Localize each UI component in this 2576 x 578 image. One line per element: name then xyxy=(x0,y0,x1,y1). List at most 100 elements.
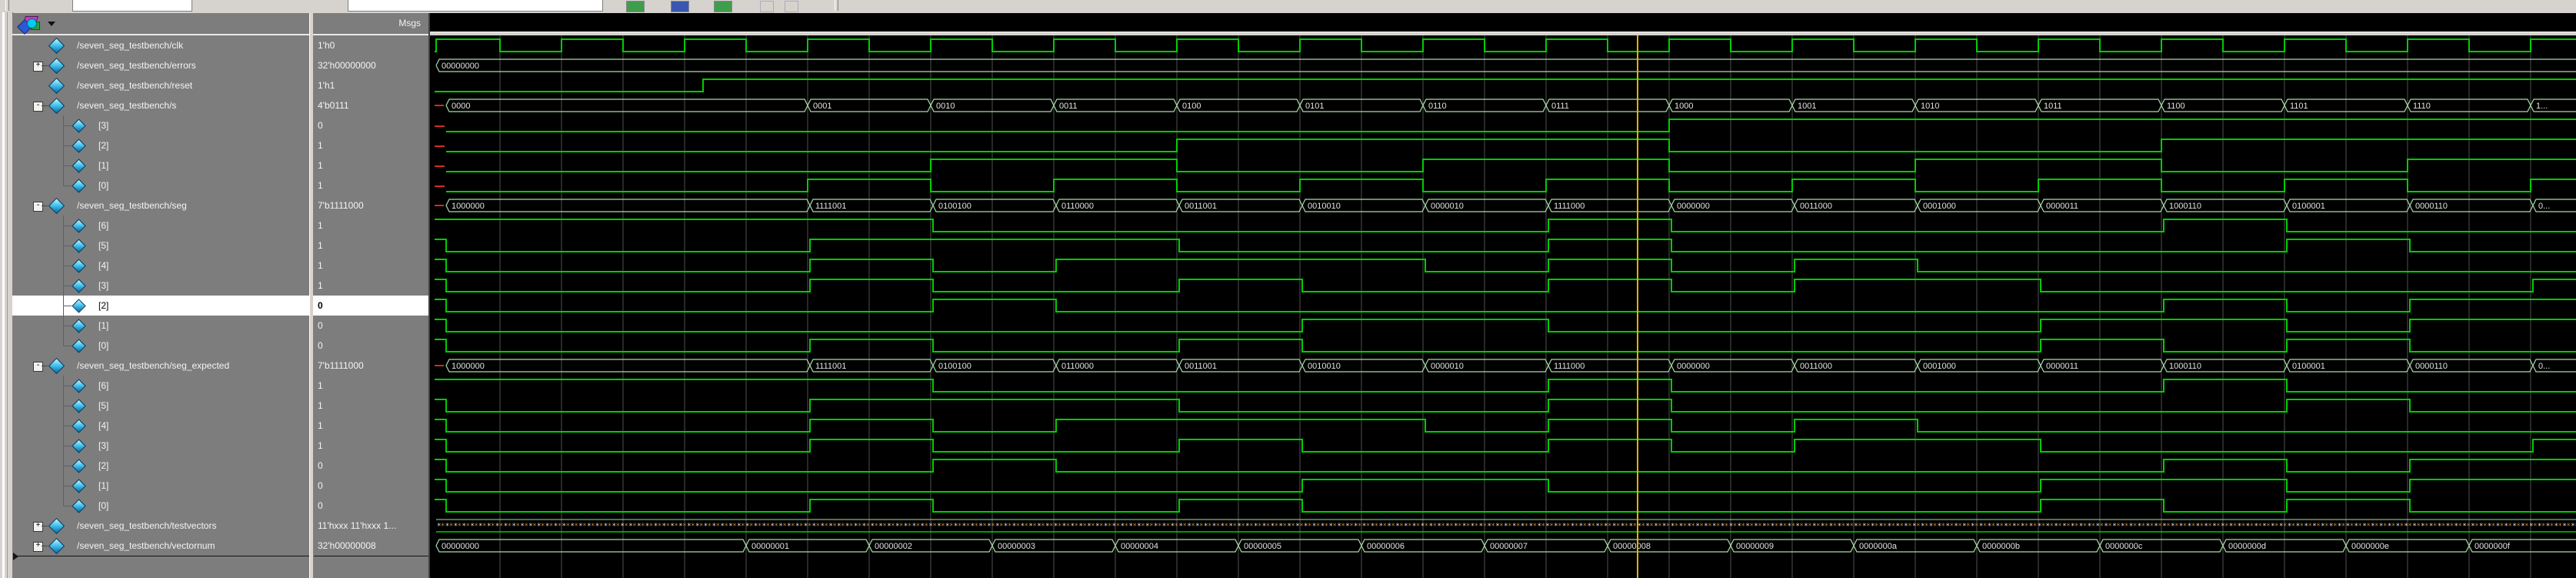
signal-row-6[interactable]: [1] xyxy=(12,155,309,175)
signal-diamond-icon xyxy=(72,459,85,473)
signal-row-9[interactable]: [6] xyxy=(12,215,309,236)
signal-value-label: 1 xyxy=(318,256,323,276)
signal-row-12[interactable]: [3] xyxy=(12,276,309,296)
signal-value-label: 1 xyxy=(318,376,323,396)
signal-row-16[interactable]: - /seven_seg_testbench/seg_expected xyxy=(12,356,309,376)
signal-value-row-8[interactable]: 7'b1111000 xyxy=(313,195,428,215)
signal-value-row-1[interactable]: 32'h00000000 xyxy=(313,55,428,75)
signal-row-10[interactable]: [5] xyxy=(12,236,309,256)
signal-row-1[interactable]: + /seven_seg_testbench/errors xyxy=(12,55,309,75)
signal-row-17[interactable]: [6] xyxy=(12,376,309,396)
toolbar-grip[interactable] xyxy=(5,0,9,11)
signal-value-label: 7'b1111000 xyxy=(318,195,364,215)
green-grid-icon[interactable] xyxy=(714,1,732,12)
signal-value-row-22[interactable]: 0 xyxy=(313,476,428,496)
signal-value-row-25[interactable]: 32'h00000008 xyxy=(313,536,428,556)
signal-row-7[interactable]: [0] xyxy=(12,175,309,195)
signal-group-icon[interactable] xyxy=(18,15,45,34)
green-list-icon[interactable] xyxy=(626,1,645,12)
svg-text:0010: 0010 xyxy=(936,102,955,111)
signal-value-label: 1 xyxy=(318,135,323,155)
svg-text:0010010: 0010010 xyxy=(1308,202,1341,211)
signal-value-row-17[interactable]: 1 xyxy=(313,376,428,396)
wave-row-seg_expected[1] xyxy=(435,479,2576,492)
signal-row-20[interactable]: [3] xyxy=(12,436,309,456)
signal-row-3[interactable]: - /seven_seg_testbench/s xyxy=(12,95,309,115)
signal-row-8[interactable]: - /seven_seg_testbench/seg xyxy=(12,195,309,215)
signal-value-row-16[interactable]: 7'b1111000 xyxy=(313,356,428,376)
dropdown-arrow-icon[interactable] xyxy=(48,22,55,26)
signal-row-2[interactable]: /seven_seg_testbench/reset xyxy=(12,75,309,95)
wave-row-seg: 1000000111100101001000110000001100100100… xyxy=(435,199,2576,212)
svg-text:1110: 1110 xyxy=(2413,102,2431,111)
signal-row-22[interactable]: [1] xyxy=(12,476,309,496)
toolbar-field-1[interactable] xyxy=(72,0,192,12)
expander-icon[interactable]: + xyxy=(33,522,43,532)
signal-value-label: 0 xyxy=(318,115,323,135)
signal-row-21[interactable]: [2] xyxy=(12,456,309,476)
signal-row-11[interactable]: [4] xyxy=(12,256,309,276)
svg-text:0011: 0011 xyxy=(1059,102,1078,111)
signal-value-row-5[interactable]: 1 xyxy=(313,135,428,155)
svg-text:1000110: 1000110 xyxy=(2169,362,2201,371)
wave-row-vectornum: 0000000000000001000000020000000300000004… xyxy=(436,540,2576,552)
signal-row-15[interactable]: [0] xyxy=(12,336,309,356)
signal-row-19[interactable]: [4] xyxy=(12,416,309,436)
signal-value-row-13[interactable]: 0 xyxy=(313,296,428,316)
signal-row-5[interactable]: [2] xyxy=(12,135,309,155)
cursor-tool-icon[interactable] xyxy=(760,1,774,12)
signal-row-23[interactable]: [0] xyxy=(12,496,309,516)
svg-text:0100: 0100 xyxy=(1182,102,1201,111)
signal-value-row-7[interactable]: 1 xyxy=(313,175,428,195)
expander-icon[interactable]: + xyxy=(33,542,43,552)
wave-row-clk xyxy=(435,39,2576,52)
signal-value-row-2[interactable]: 1'h1 xyxy=(313,75,428,95)
signal-value-row-14[interactable]: 0 xyxy=(313,316,428,336)
signal-value-row-19[interactable]: 1 xyxy=(313,416,428,436)
signal-row-14[interactable]: [1] xyxy=(12,316,309,336)
signal-value-label: 32'h00000000 xyxy=(318,55,376,75)
signal-value-row-15[interactable]: 0 xyxy=(313,336,428,356)
signal-value-row-21[interactable]: 0 xyxy=(313,456,428,476)
signal-value-row-20[interactable]: 1 xyxy=(313,436,428,456)
signal-value-row-4[interactable]: 0 xyxy=(313,115,428,135)
wave-row-seg[1] xyxy=(435,319,2576,332)
signal-value-row-24[interactable]: 11'hxxx 11'hxxx 1... xyxy=(313,516,428,536)
signal-row-4[interactable]: [3] xyxy=(12,115,309,135)
signal-name-label: [3] xyxy=(98,436,108,456)
signal-value-row-11[interactable]: 1 xyxy=(313,256,428,276)
signal-row-25[interactable]: + /seven_seg_testbench/vectornum xyxy=(12,536,309,556)
signal-name-label: [2] xyxy=(98,456,108,476)
signal-name-label: /seven_seg_testbench/seg xyxy=(77,195,187,215)
tree-stub xyxy=(63,125,72,126)
signal-row-18[interactable]: [5] xyxy=(12,396,309,416)
expander-icon[interactable]: - xyxy=(33,362,43,372)
signal-value-label: 1 xyxy=(318,155,323,175)
signal-value-row-3[interactable]: 4'b0111 xyxy=(313,95,428,115)
signal-value-row-9[interactable]: 1 xyxy=(313,215,428,236)
expander-icon[interactable]: + xyxy=(33,62,43,72)
signal-value-row-0[interactable]: 1'h0 xyxy=(313,35,428,55)
signal-value-row-18[interactable]: 1 xyxy=(313,396,428,416)
signal-row-0[interactable]: /seven_seg_testbench/clk xyxy=(12,35,309,55)
signal-value-row-23[interactable]: 0 xyxy=(313,496,428,516)
signal-value-label: 1 xyxy=(318,396,323,416)
signal-diamond-icon xyxy=(72,339,85,352)
svg-text:00000006: 00000006 xyxy=(1367,542,1405,551)
signal-row-13[interactable]: [2] xyxy=(12,296,309,316)
svg-text:00000000: 00000000 xyxy=(442,62,479,71)
toolbar-field-2[interactable] xyxy=(348,0,603,12)
signal-diamond-icon xyxy=(72,279,85,292)
blue-grid-icon[interactable] xyxy=(671,1,689,12)
signal-value-row-10[interactable]: 1 xyxy=(313,236,428,256)
waveform-canvas[interactable]: 0000000000000001001000110100010101100111… xyxy=(430,35,2576,578)
signal-names-pane: /seven_seg_testbench/clk + /seven_seg_te… xyxy=(12,13,309,578)
signal-value-row-12[interactable]: 1 xyxy=(313,276,428,296)
signal-name-label: [0] xyxy=(98,175,108,195)
signal-row-24[interactable]: + /seven_seg_testbench/testvectors xyxy=(12,516,309,536)
zoom-tool-icon[interactable] xyxy=(785,1,798,12)
signal-value-row-6[interactable]: 1 xyxy=(313,155,428,175)
expander-icon[interactable]: - xyxy=(33,202,43,212)
expander-icon[interactable]: - xyxy=(33,102,43,112)
end-of-list-marker xyxy=(13,553,18,560)
